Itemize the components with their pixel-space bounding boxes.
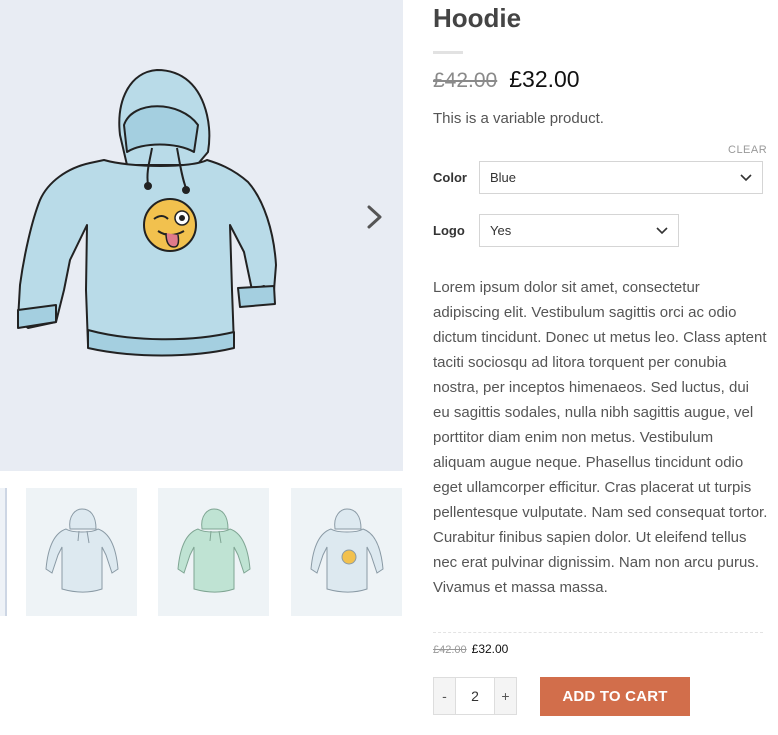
price: £42.00 £32.00 [433,66,580,98]
variation-regular-price: £42.00 [433,644,467,656]
color-select[interactable]: Blue [479,161,763,194]
quantity-minus-button[interactable]: - [433,677,456,715]
variation-divider [433,632,763,633]
logo-label: Logo [433,223,465,238]
color-label: Color [433,170,467,185]
thumbnail-hoodie-logo[interactable] [291,488,402,616]
title-divider [433,51,463,54]
regular-price: £42.00 [433,69,498,92]
quantity-stepper: - 2 + [433,677,517,715]
chevron-down-icon [656,215,668,246]
sale-price: £32.00 [509,66,580,92]
chevron-right-icon[interactable] [364,203,386,231]
thumbnail-hoodie-green[interactable] [158,488,269,616]
logo-select[interactable]: Yes [479,214,679,247]
quantity-input[interactable]: 2 [456,677,494,715]
quantity-plus-button[interactable]: + [494,677,517,715]
product-description: Lorem ipsum dolor sit amet, consectetur … [433,279,768,596]
logo-select-value: Yes [490,223,512,238]
hoodie-image [17,69,277,357]
hoodie-logo-thumb [309,508,384,593]
add-to-cart-button[interactable]: ADD TO CART [540,677,690,716]
clear-variations-link[interactable]: CLEAR [728,144,767,156]
variation-sale-price: £32.00 [471,642,509,656]
product-title: Hoodie [433,3,522,33]
thumbnail-partial[interactable] [0,488,7,616]
color-select-value: Blue [490,170,517,185]
hoodie-green-thumb [176,508,251,593]
variation-price: £42.00 £32.00 [433,642,508,656]
product-main-image[interactable] [0,0,403,471]
hoodie-blue-thumb [44,508,119,593]
thumbnail-hoodie-blue[interactable] [26,488,137,616]
chevron-down-icon [740,162,752,193]
emoji-logo [143,198,197,252]
short-description: This is a variable product. [433,110,604,127]
